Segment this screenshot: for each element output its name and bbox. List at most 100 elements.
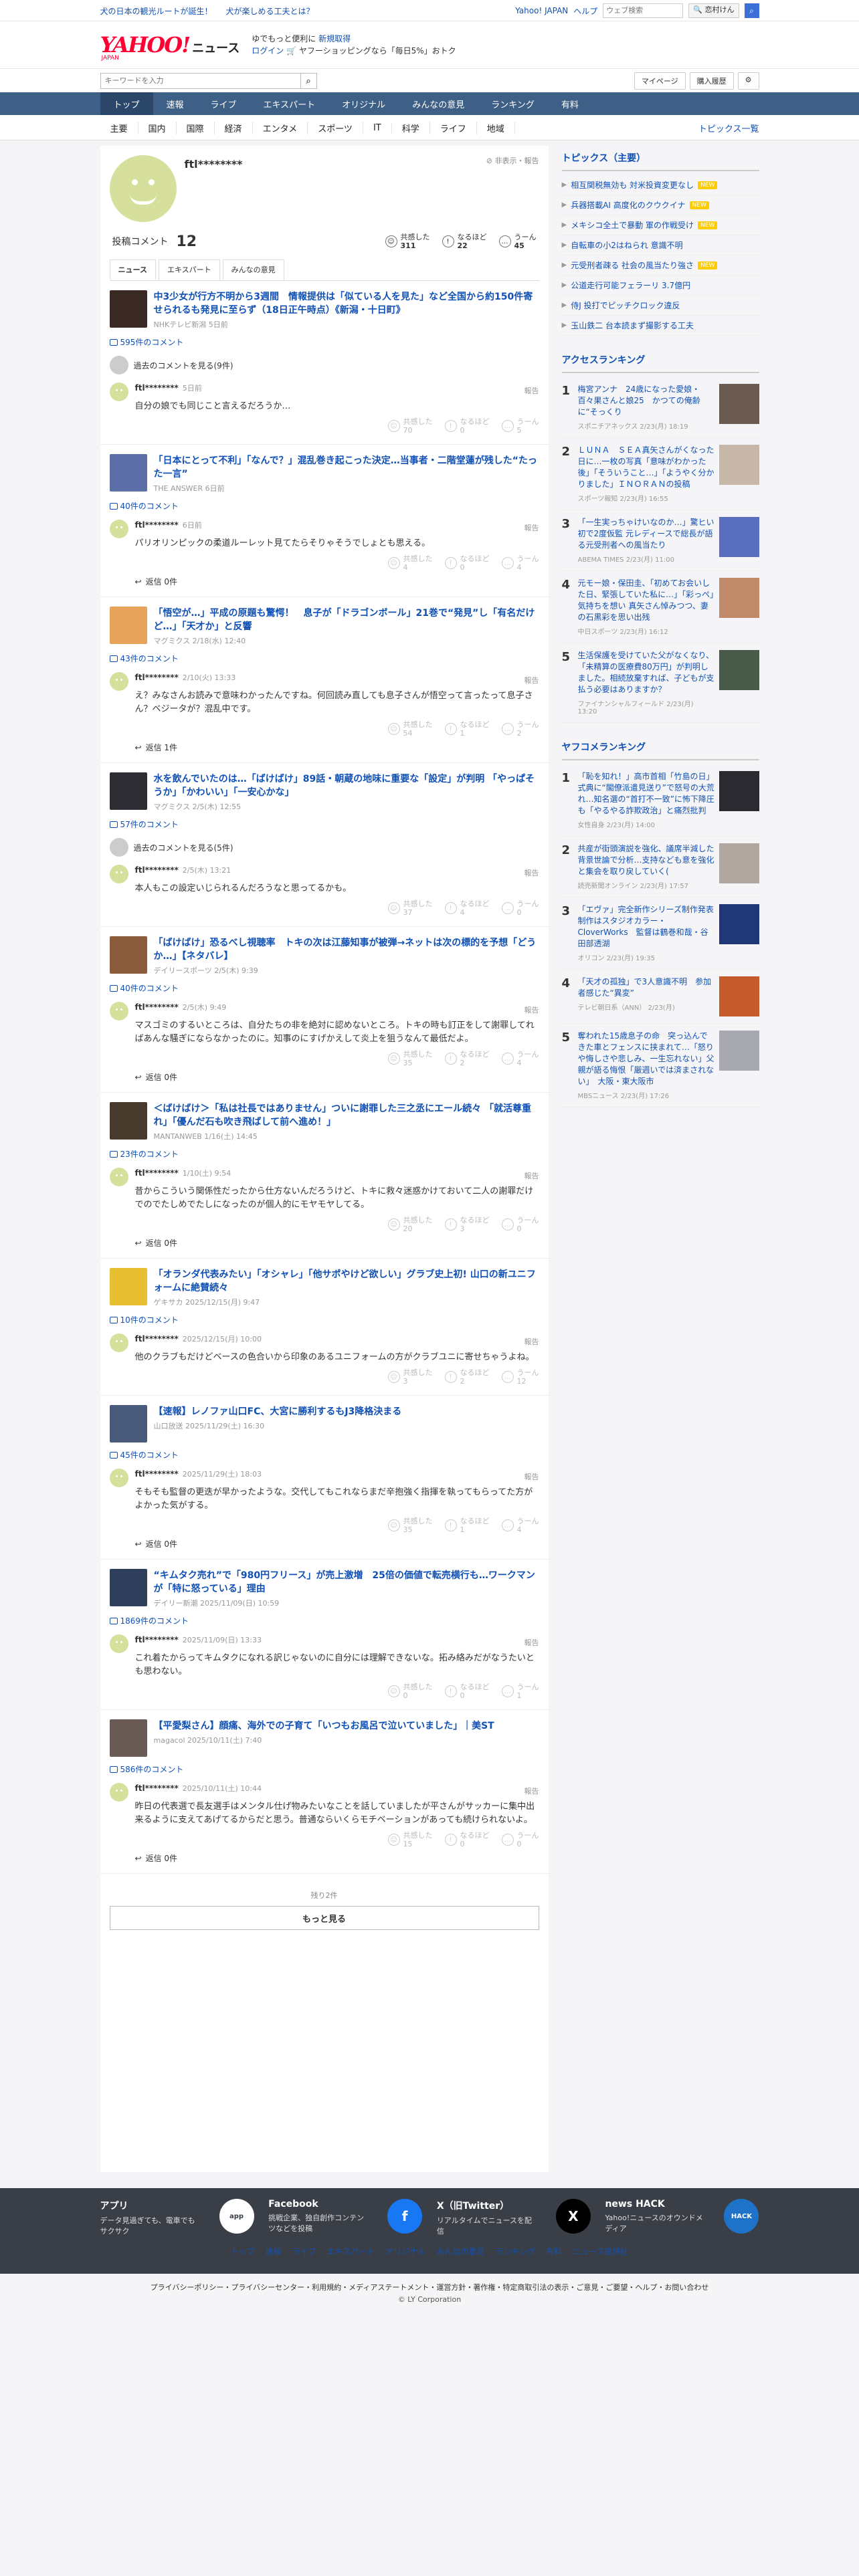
footer-link[interactable]: トップ	[231, 2246, 255, 2257]
topic-item[interactable]: ▶ 侍J 投打でピッチクロック違反	[561, 296, 759, 316]
ranking-thumbnail[interactable]	[719, 578, 759, 618]
report-link[interactable]: 報告	[524, 1471, 539, 1482]
ranking-thumbnail[interactable]	[719, 771, 759, 811]
reaction-button[interactable]: ☺ 共感した 4	[387, 554, 433, 572]
comment-count-link[interactable]: 10件のコメント	[109, 1314, 539, 1325]
reaction-button[interactable]: … うーん 0	[501, 1216, 539, 1233]
cat-main[interactable]: 主要	[100, 121, 138, 134]
article-thumbnail[interactable]	[109, 1405, 147, 1442]
topic-title[interactable]: メキシコ全土で暴動 軍の作戦受け	[571, 219, 694, 231]
nav-top[interactable]: トップ	[100, 92, 153, 115]
reply-toggle[interactable]: ↩ 返信 0件	[135, 1237, 539, 1249]
cat-economy[interactable]: 経済	[215, 121, 253, 134]
report-link[interactable]: 報告	[524, 1637, 539, 1648]
ranking-thumbnail[interactable]	[719, 904, 759, 944]
ranking-title[interactable]: ＬＵＮＡ ＳＥＡ真矢さんがくなった日に…一枚の写真「意味がわかった後」「そういう…	[578, 445, 715, 490]
reaction-button[interactable]: … うーん 4	[501, 1050, 539, 1067]
topic-item[interactable]: ▶ 公道走行可能フェラーリ 3.7億円	[561, 276, 759, 296]
topic-title[interactable]: 玉山鉄二 台本読まず撮影する工夫	[571, 320, 694, 331]
ranking-title[interactable]: 「恥を知れ！」高市首相「竹島の日」式典に“閣僚派遣見送り”で怒号の大荒れ…知名選…	[578, 771, 715, 817]
x-icon[interactable]: X	[555, 2199, 591, 2234]
ranking-item[interactable]: 5 奪われた15歳息子の命 突っ込んできた車とフェンスに挟まれて…「怒りや悔しさや…	[561, 1024, 759, 1107]
nav-ranking[interactable]: ランキング	[478, 92, 548, 115]
report-link[interactable]: 報告	[524, 1004, 539, 1015]
cat-world[interactable]: 国際	[177, 121, 215, 134]
topics-list-link[interactable]: トピックス一覧	[698, 122, 759, 134]
cat-region[interactable]: 地域	[477, 121, 515, 134]
reply-toggle[interactable]: ↩ 返信 1件	[135, 742, 539, 753]
ranking-item[interactable]: 3 「エヴァ」完全新作シリーズ制作発表 制作はスタジオカラー・CloverWork…	[561, 897, 759, 970]
reaction-button[interactable]: ! なるほど 0	[444, 1683, 490, 1700]
cat-life[interactable]: ライフ	[430, 121, 477, 134]
ranking-title[interactable]: 「一生実っちゃけいなのか…」驚ヒい初で2度仮監 元レディースで総長が語る元受刑者…	[578, 517, 715, 551]
reaction-button[interactable]: ! なるほど 2	[444, 1050, 490, 1067]
reaction-button[interactable]: ☺ 共感した 35	[387, 1050, 433, 1067]
footer-channel[interactable]: X（旧Twitter） リアルタイムでニュースを配信 X	[437, 2199, 591, 2236]
reaction-button[interactable]: … うーん 12	[501, 1368, 539, 1386]
report-link[interactable]: 報告	[524, 675, 539, 685]
ranking-title[interactable]: 元モー娘・保田圭、「初めてお会いした日、緊張していた私に…」「彩っぺ」気持ちを想…	[578, 578, 715, 623]
ranking-title[interactable]: 生活保護を受けていた父がなくなり、「未精算の医療費80万円」が判明しました。相続…	[578, 650, 715, 695]
comment-count-link[interactable]: 23件のコメント	[109, 1148, 539, 1160]
comment-count-link[interactable]: 43件のコメント	[109, 653, 539, 664]
cat-domestic[interactable]: 国内	[138, 121, 177, 134]
site-logo[interactable]: YAHOO! JAPAN ニュース	[100, 32, 240, 62]
reply-toggle[interactable]: ↩ 返信 0件	[135, 1852, 539, 1864]
footer-link[interactable]: みんなの意見	[436, 2246, 484, 2257]
promo-link-1[interactable]: 犬の日本の観光ルートが誕生！	[100, 5, 213, 17]
report-link[interactable]: 報告	[524, 867, 539, 878]
cat-it[interactable]: IT	[363, 122, 392, 133]
ranking-thumbnail[interactable]	[719, 843, 759, 883]
reaction-button[interactable]: … うーん 1	[501, 1683, 539, 1700]
ranking-item[interactable]: 4 元モー娘・保田圭、「初めてお会いした日、緊張していた私に…」「彩っぺ」気持ちを…	[561, 571, 759, 643]
article-thumbnail[interactable]	[109, 1268, 147, 1305]
ranking-item[interactable]: 3 「一生実っちゃけいなのか…」驚ヒい初で2度仮監 元レディースで総長が語る元受刑…	[561, 510, 759, 571]
reaction-button[interactable]: ! なるほど 4	[444, 899, 490, 917]
comment-count-link[interactable]: 45件のコメント	[109, 1449, 539, 1461]
footer-link[interactable]: ライブ	[292, 2246, 316, 2257]
comment-count-link[interactable]: 40件のコメント	[109, 982, 539, 994]
nav-original[interactable]: オリジナル	[328, 92, 399, 115]
comment-count-link[interactable]: 57件のコメント	[109, 819, 539, 830]
nav-opinion[interactable]: みんなの意見	[399, 92, 478, 115]
topic-item[interactable]: ▶ メキシコ全土で暴動 軍の作戦受け NEW	[561, 215, 759, 235]
footer-channel[interactable]: Facebook 挑戦企業、独自創作コンテンツなどを投稿 f	[268, 2199, 423, 2236]
legal-links[interactable]: プライバシーポリシー・プライバシーセンター・利用規約・メディアステートメント・運…	[0, 2274, 859, 2295]
article-title[interactable]: 「悟空が…」平成の原題も驚愕！ 息子が「ドラゴンボール」21巻で“発見”し「有名…	[154, 607, 539, 633]
footer-channel[interactable]: アプリ データ見過ぎても、電車でもサクサク app	[100, 2199, 254, 2236]
ranking-item[interactable]: 1 梅宮アンナ 24歳になった愛娘・百々果さんと娘25 かつての俺齢に“そっくりス…	[561, 377, 759, 438]
ranking-thumbnail[interactable]	[719, 517, 759, 557]
reaction-button[interactable]: ☺ 共感した 35	[387, 1517, 433, 1534]
comment-count-link[interactable]: 595件のコメント	[109, 336, 539, 348]
footer-link[interactable]: ランキング	[495, 2246, 535, 2257]
user-search-button[interactable]: 🔍 恋村けん	[688, 3, 739, 18]
footer-link[interactable]: オリジナル	[385, 2246, 425, 2257]
older-comments-link[interactable]: 過去のコメントを見る(5件)	[109, 838, 539, 857]
nav-paid[interactable]: 有料	[548, 92, 592, 115]
search-icon[interactable]: ⌕	[744, 3, 759, 18]
reaction-button[interactable]: ☺ 共感した 37	[387, 899, 433, 917]
report-link[interactable]: 報告	[524, 1170, 539, 1181]
reply-toggle[interactable]: ↩ 返信 0件	[135, 1071, 539, 1083]
older-comments-link[interactable]: 過去のコメントを見る(9件)	[109, 356, 539, 374]
article-thumbnail[interactable]	[109, 454, 147, 492]
promo-link-2[interactable]: 犬が楽しめる工夫とは？	[226, 5, 314, 17]
ranking-thumbnail[interactable]	[719, 384, 759, 424]
reaction-button[interactable]: ! なるほど 0	[444, 1831, 490, 1848]
ranking-title[interactable]: 「天才の孤独」で3人意識不明 参加者感じた“異変”	[578, 976, 715, 999]
report-link[interactable]: 報告	[524, 1786, 539, 1796]
cat-entertainment[interactable]: エンタメ	[253, 121, 308, 134]
register-link[interactable]: 新規取得	[318, 34, 351, 43]
article-title[interactable]: 水を飲んでいたのは…「ばけばけ」89話・朝蔵の地味に重要な「設定」が判明 「やっ…	[154, 772, 539, 799]
ranking-item[interactable]: 5 生活保護を受けていた父がなくなり、「未精算の医療費80万円」が判明しました。相…	[561, 643, 759, 723]
comment-count-link[interactable]: 1869件のコメント	[109, 1615, 539, 1626]
web-search-input[interactable]	[603, 3, 684, 18]
article-thumbnail[interactable]	[109, 1719, 147, 1757]
topic-title[interactable]: 兵器搭載AI 高度化のクウクイナ	[571, 199, 685, 211]
ranking-item[interactable]: 1 「恥を知れ！」高市首相「竹島の日」式典に“閣僚派遣見送り”で怒号の大荒れ…知名…	[561, 764, 759, 837]
topic-title[interactable]: 元受刑者疎る 社会の風当たり強さ	[571, 259, 694, 271]
footer-link[interactable]: 有料	[546, 2246, 562, 2257]
tab-opinion[interactable]: みんなの意見	[222, 259, 284, 280]
nav-live[interactable]: ライブ	[197, 92, 250, 115]
article-title[interactable]: “キムタク売れ”で「980円フリース」が売上激増 25倍の価値で転売横行も…ワー…	[154, 1569, 539, 1596]
